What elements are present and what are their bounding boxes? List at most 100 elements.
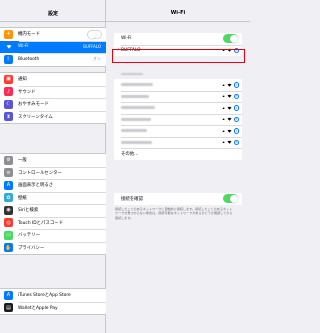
sidebar-group-stores: A iTunes StoreとApp Store ▤ WalletとApple …	[0, 288, 106, 315]
sidebar-item-label: iTunes StoreとApp Store	[18, 293, 71, 299]
wifi-signal-icon	[227, 129, 231, 133]
sidebar-item-itunes-app-store[interactable]: A iTunes StoreとApp Store	[0, 289, 106, 302]
info-icon[interactable]: i	[233, 105, 239, 111]
sidebar-item-bluetooth[interactable]: ᛒ Bluetooth オン	[0, 53, 106, 66]
sidebar-item-display-brightness[interactable]: A 画面表示と明るさ	[0, 179, 106, 192]
sidebar-item-label: おやすみモード	[18, 102, 49, 108]
sidebar-item-general[interactable]: ⚙ 一般	[0, 154, 106, 167]
wifi-signal-icon	[227, 83, 231, 87]
sidebar-item-do-not-disturb[interactable]: ☾ おやすみモード	[0, 98, 106, 111]
sidebar-item-screen-time[interactable]: ⧗ スクリーンタイム	[0, 110, 106, 124]
sidebar-title: 設定	[47, 11, 58, 17]
networks-section-label	[121, 72, 143, 76]
wifi-toggle-row: Wi-Fi	[114, 33, 242, 45]
display-icon: A	[4, 180, 13, 190]
control-center-icon: ≡	[4, 168, 13, 178]
network-row[interactable]: 🔒︎ i	[114, 113, 242, 126]
sidebar-item-label: 通知	[18, 77, 27, 83]
sidebar-item-battery[interactable]: ▭ バッテリー	[0, 229, 106, 242]
wifi-label: Wi-Fi	[121, 36, 132, 42]
battery-setting-icon: ▭	[4, 230, 13, 240]
lock-icon: 🔒︎	[222, 140, 225, 145]
page-title: Wi-Fi	[170, 10, 186, 16]
sidebar-item-label: Touch IDとパスコード	[18, 220, 64, 226]
info-icon[interactable]: i	[233, 82, 239, 88]
info-icon[interactable]: i	[233, 128, 239, 134]
other-network-row[interactable]: その他...	[114, 148, 242, 160]
network-row[interactable]: 🔒︎ i	[114, 125, 242, 137]
app-store-icon: A	[4, 290, 13, 300]
info-icon[interactable]: i	[233, 93, 239, 99]
moon-icon: ☾	[4, 99, 13, 109]
lock-icon: 🔒︎	[222, 82, 225, 87]
sidebar-item-label: Siriと検索	[18, 208, 39, 214]
sidebar-item-label: サウンド	[18, 89, 36, 95]
sidebar-item-label: Bluetooth	[18, 56, 40, 62]
lock-icon: 🔒︎	[222, 105, 225, 110]
divider	[106, 21, 250, 22]
sidebar-item-sound[interactable]: ♪ サウンド	[0, 85, 106, 99]
sidebar-item-control-center[interactable]: ≡ コントロールセンター	[0, 166, 106, 180]
network-name-redacted	[121, 83, 153, 87]
network-name-redacted	[121, 117, 151, 121]
network-name-redacted	[121, 106, 155, 110]
sound-icon: ♪	[4, 87, 13, 97]
bluetooth-icon: ᛒ	[4, 54, 13, 64]
wifi-signal-icon	[227, 94, 231, 98]
sidebar-item-label: 一般	[18, 158, 27, 164]
sidebar-item-label: Wi-Fi	[18, 44, 29, 50]
sidebar-item-notifications[interactable]: ▣ 通知	[0, 73, 106, 86]
network-row[interactable]: 🔒︎ i	[114, 136, 242, 149]
lock-icon: 🔒︎	[222, 117, 225, 122]
highlight-box	[112, 49, 245, 63]
wallpaper-icon: ✿	[4, 193, 13, 203]
notifications-icon: ▣	[4, 74, 13, 84]
network-row[interactable]: 🔒︎ i	[114, 79, 242, 91]
wifi-signal-icon	[227, 117, 231, 121]
info-icon[interactable]: i	[233, 139, 239, 145]
sidebar-item-label: 画面表示と明るさ	[18, 183, 54, 189]
sidebar-item-wallet-apple-pay[interactable]: ▤ WalletとApple Pay	[0, 301, 106, 315]
sidebar-group-general: ⚙ 一般 ≡ コントロールセンター A 画面表示と明るさ ✿ 壁紙 ◉ Siri…	[0, 153, 106, 255]
sidebar-group-notifications: ▣ 通知 ♪ サウンド ☾ おやすみモード ⧗ スクリーンタイム	[0, 72, 106, 124]
sidebar-item-wallpaper[interactable]: ✿ 壁紙	[0, 191, 106, 205]
airplane-icon: ✈	[4, 29, 13, 39]
wifi-network-value: BUFFALO	[83, 44, 101, 50]
siri-icon: ◉	[4, 205, 13, 215]
sidebar-item-label: WalletとApple Pay	[18, 305, 58, 311]
divider	[0, 21, 106, 22]
sidebar-item-label: スクリーンタイム	[18, 114, 53, 120]
wifi-icon	[4, 42, 13, 52]
gear-icon: ⚙	[4, 155, 13, 165]
sidebar-item-privacy[interactable]: ✋ プライバシー	[0, 241, 106, 255]
wifi-toggle[interactable]	[223, 34, 238, 44]
network-row[interactable]: 🔒︎ i	[114, 90, 242, 103]
wifi-signal-icon	[227, 140, 231, 144]
wifi-signal-icon	[227, 106, 231, 110]
bluetooth-status-value: オン	[93, 56, 101, 62]
sidebar-item-airplane-mode[interactable]: ✈ 機内モード	[0, 28, 106, 41]
info-icon[interactable]: i	[233, 116, 239, 122]
sidebar-item-wifi[interactable]: Wi-Fi BUFFALO	[0, 40, 106, 53]
lock-icon: 🔒︎	[222, 94, 225, 99]
sidebar-item-label: 壁紙	[18, 195, 27, 201]
network-name-redacted	[121, 129, 147, 133]
network-name-redacted	[121, 140, 152, 144]
ask-to-join-label: 接続を確認	[121, 196, 143, 202]
ask-to-join-row: 接続を確認	[114, 193, 242, 205]
sidebar-item-siri-search[interactable]: ◉ Siriと検索	[0, 204, 106, 217]
sidebar-item-label: バッテリー	[18, 233, 40, 239]
fingerprint-icon: ◎	[4, 218, 13, 228]
ask-to-join-toggle[interactable]	[223, 194, 238, 204]
airplane-mode-toggle[interactable]	[87, 29, 102, 39]
sidebar-item-label: コントロールセンター	[18, 170, 62, 176]
other-networks-group: 🔒︎ i 🔒︎ i 🔒︎ i 🔒︎ i 🔒︎ i 🔒︎ i その他...	[114, 79, 242, 160]
sidebar-item-label: 機内モード	[18, 32, 40, 38]
network-row[interactable]: 🔒︎ i	[114, 102, 242, 114]
network-name-redacted	[121, 94, 149, 98]
sidebar-item-touch-id-passcode[interactable]: ◎ Touch IDとパスコード	[0, 216, 106, 230]
wallet-icon: ▤	[4, 303, 13, 313]
lock-icon: 🔒︎	[222, 128, 225, 133]
sidebar-group-connectivity: ✈ 機内モード Wi-Fi BUFFALO ᛒ Bluetooth オン	[0, 27, 106, 67]
hourglass-icon: ⧗	[4, 112, 13, 122]
